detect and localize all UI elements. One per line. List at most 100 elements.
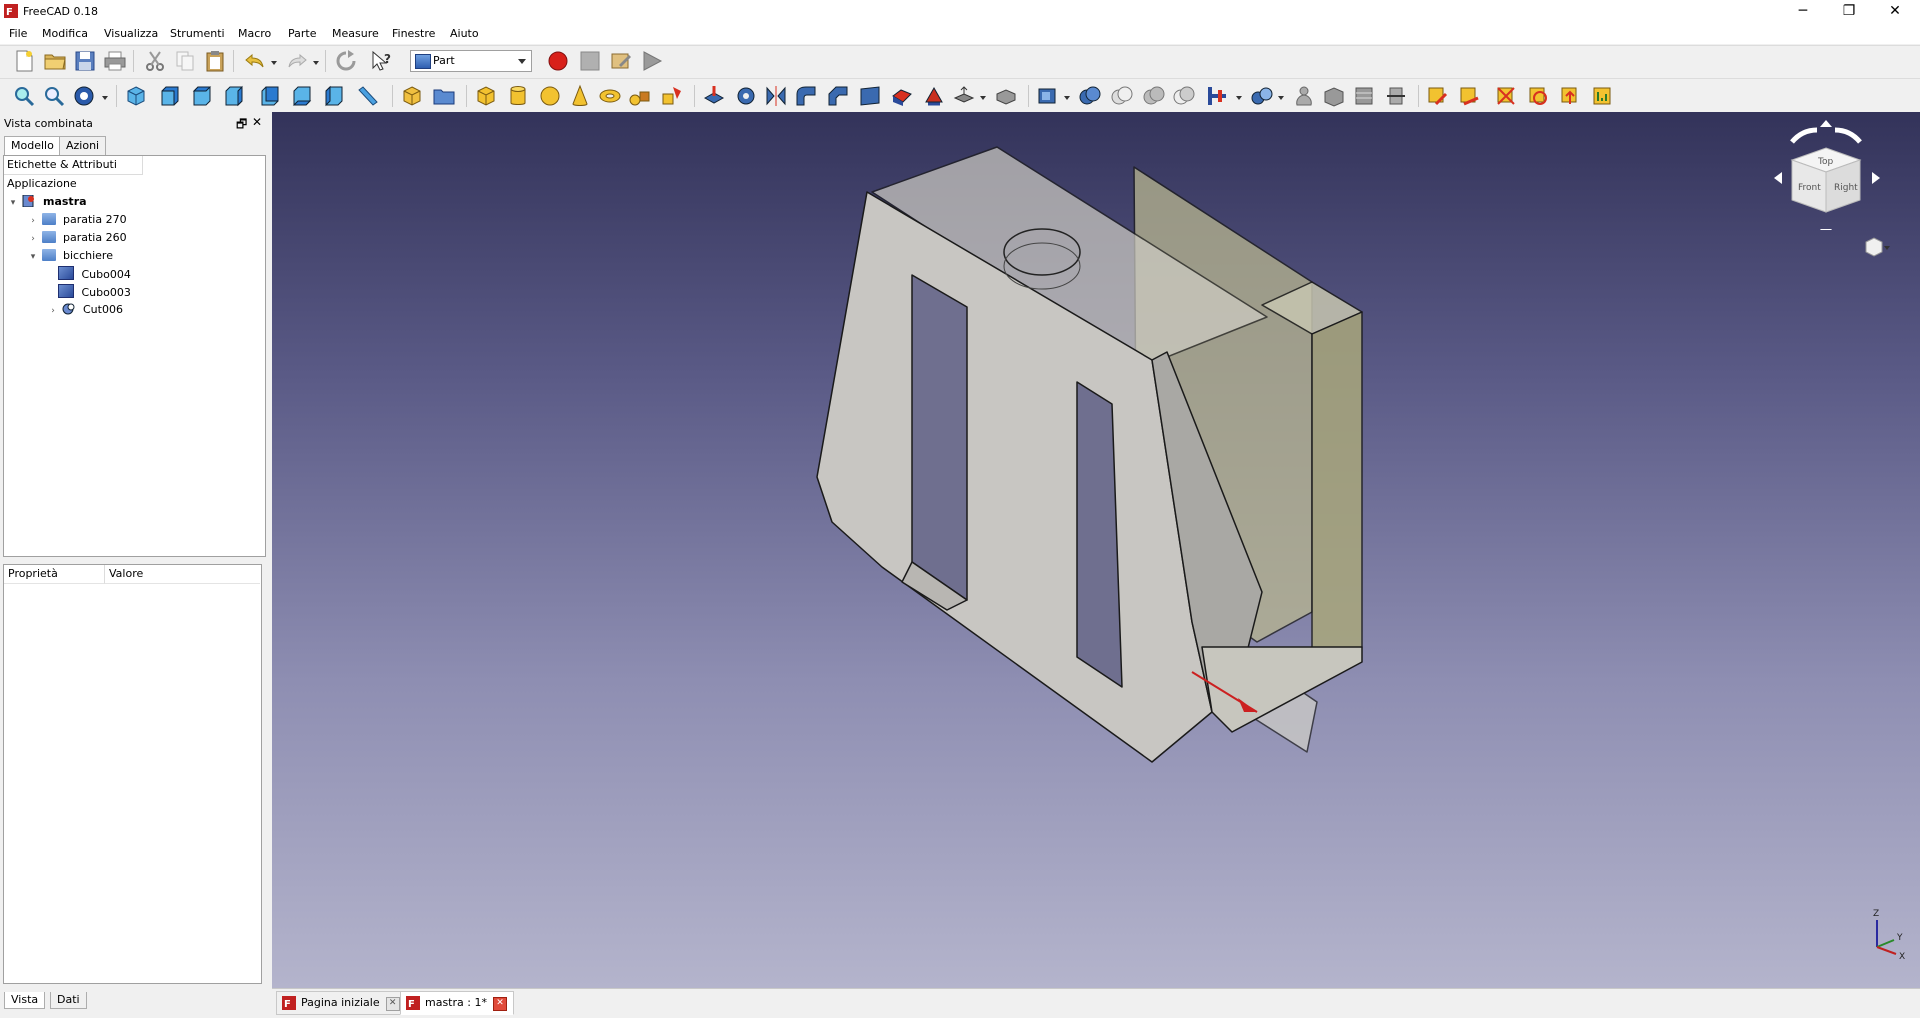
tree-item-paratia-270[interactable]: › paratia 270	[28, 212, 127, 228]
measure-linear-icon[interactable]	[1426, 84, 1450, 108]
shape-builder-icon[interactable]	[660, 84, 684, 108]
menu-parte[interactable]: Parte	[288, 27, 316, 40]
cube-primitive-icon[interactable]	[474, 84, 498, 108]
isometric-view-icon[interactable]	[124, 84, 148, 108]
tab-modello[interactable]: Modello	[4, 136, 61, 156]
compound-tools-icon[interactable]	[1036, 84, 1060, 108]
record-macro-icon[interactable]	[546, 49, 570, 73]
maximize-button[interactable]: ❐	[1826, 0, 1872, 24]
redo-icon[interactable]	[285, 49, 309, 73]
tree-item-cubo004[interactable]: Cubo004	[58, 266, 131, 282]
right-view-icon[interactable]	[222, 84, 246, 108]
collapsed-chevron-icon[interactable]: ›	[48, 303, 58, 319]
macro-editor-icon[interactable]	[609, 49, 633, 73]
cut-boolean-icon[interactable]	[1110, 84, 1134, 108]
float-panel-button[interactable]: 🗗	[236, 115, 247, 136]
top-view-icon[interactable]	[190, 84, 214, 108]
paste-icon[interactable]	[203, 49, 227, 73]
sphere-primitive-icon[interactable]	[538, 84, 562, 108]
boolean-icon[interactable]	[1078, 84, 1102, 108]
menu-modifica[interactable]: Modifica	[42, 27, 88, 40]
whats-this-icon[interactable]: ?	[370, 49, 394, 73]
collapsed-chevron-icon[interactable]: ›	[28, 213, 38, 229]
create-group-icon[interactable]	[432, 84, 456, 108]
menu-aiuto[interactable]: Aiuto	[450, 27, 479, 40]
extrude-icon[interactable]	[702, 84, 726, 108]
print-icon[interactable]	[103, 49, 127, 73]
menu-measure[interactable]: Measure	[332, 27, 379, 40]
clear-all-icon[interactable]	[1526, 84, 1550, 108]
fuse-icon[interactable]	[1142, 84, 1166, 108]
tab-vista[interactable]: Vista	[4, 992, 46, 1009]
tree-item-paratia-260[interactable]: › paratia 260	[28, 230, 127, 246]
workbench-selector[interactable]: Part	[410, 50, 532, 72]
compound-dropdown-icon[interactable]	[1064, 96, 1070, 100]
revolve-icon[interactable]	[734, 84, 758, 108]
menu-visualizza[interactable]: Visualizza	[104, 27, 158, 40]
close-tab-icon[interactable]: ✕	[492, 997, 507, 1011]
common-icon[interactable]	[1172, 84, 1196, 108]
toggle-delta-icon[interactable]	[1590, 84, 1614, 108]
navigation-cube[interactable]: Top Front Right	[1762, 120, 1892, 230]
cone-primitive-icon[interactable]	[568, 84, 592, 108]
section-icon[interactable]	[1322, 84, 1346, 108]
front-view-icon[interactable]	[158, 84, 182, 108]
tab-mastra[interactable]: F mastra : 1* ✕	[400, 991, 514, 1015]
thickness-icon[interactable]	[994, 84, 1018, 108]
split-tools-icon[interactable]	[1250, 84, 1274, 108]
tree-item-cut006[interactable]: › Cut006	[48, 302, 123, 318]
menu-finestre[interactable]: Finestre	[392, 27, 435, 40]
tree-item-bicchiere[interactable]: ▾ bicchiere	[28, 248, 113, 264]
offset-dropdown-icon[interactable]	[980, 96, 986, 100]
redo-dropdown-icon[interactable]	[313, 61, 319, 65]
tree-item-cubo003[interactable]: Cubo003	[58, 284, 131, 300]
bottom-view-icon[interactable]	[290, 84, 314, 108]
menu-strumenti[interactable]: Strumenti	[170, 27, 225, 40]
measure-angular-icon[interactable]	[1458, 84, 1482, 108]
cross-sections-icon[interactable]	[1352, 84, 1376, 108]
new-document-icon[interactable]	[12, 49, 36, 73]
make-face-icon[interactable]	[858, 84, 882, 108]
collapsed-chevron-icon[interactable]: ›	[28, 231, 38, 247]
refresh-icon[interactable]	[334, 49, 358, 73]
copy-icon[interactable]	[173, 49, 197, 73]
run-macro-icon[interactable]	[640, 49, 664, 73]
stop-macro-icon[interactable]	[578, 49, 602, 73]
rear-view-icon[interactable]	[258, 84, 282, 108]
tab-dati[interactable]: Dati	[50, 992, 87, 1009]
fillet-icon[interactable]	[794, 84, 818, 108]
slice-icon[interactable]	[1384, 84, 1408, 108]
mirror-icon[interactable]	[764, 84, 788, 108]
fit-all-icon[interactable]	[12, 84, 36, 108]
tab-azioni[interactable]: Azioni	[59, 136, 107, 155]
undo-dropdown-icon[interactable]	[271, 61, 277, 65]
create-part-icon[interactable]	[400, 84, 424, 108]
primitives-icon[interactable]	[628, 84, 652, 108]
measure-refresh-icon[interactable]	[1494, 84, 1518, 108]
open-folder-icon[interactable]	[43, 49, 67, 73]
expanded-chevron-icon[interactable]: ▾	[8, 195, 18, 211]
close-panel-button[interactable]: ✕	[252, 115, 262, 129]
draw-style-icon[interactable]	[72, 84, 96, 108]
draw-style-dropdown-icon[interactable]	[102, 96, 108, 100]
expanded-chevron-icon[interactable]: ▾	[28, 249, 38, 265]
undo-icon[interactable]	[243, 49, 267, 73]
minimize-button[interactable]: ─	[1780, 0, 1826, 24]
measure-distance-icon[interactable]	[356, 84, 380, 108]
fit-selection-icon[interactable]	[42, 84, 66, 108]
chamfer-icon[interactable]	[826, 84, 850, 108]
navcube-menu-icon[interactable]	[1862, 236, 1892, 258]
join-features-icon[interactable]	[1206, 84, 1230, 108]
join-dropdown-icon[interactable]	[1236, 96, 1242, 100]
left-view-icon[interactable]	[322, 84, 346, 108]
check-geometry-icon[interactable]	[1292, 84, 1316, 108]
close-window-button[interactable]: ✕	[1872, 0, 1918, 24]
cut-icon[interactable]	[143, 49, 167, 73]
menu-file[interactable]: File	[9, 27, 27, 40]
loft-icon[interactable]	[922, 84, 946, 108]
3d-viewport[interactable]: Top Front Right Z Y X	[272, 112, 1920, 988]
ruled-surface-icon[interactable]	[890, 84, 914, 108]
toggle-3d-icon[interactable]	[1558, 84, 1582, 108]
menu-macro[interactable]: Macro	[238, 27, 271, 40]
save-icon[interactable]	[73, 49, 97, 73]
